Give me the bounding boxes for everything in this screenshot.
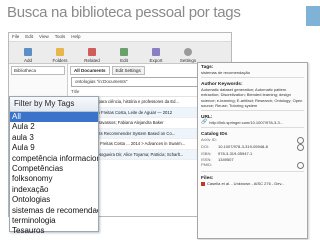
- document-details-panel: Tags: sistemas de recomendação Author Ke…: [197, 62, 308, 239]
- gear-icon: [184, 48, 192, 56]
- divider: [201, 127, 304, 129]
- menu-view[interactable]: View: [39, 33, 49, 41]
- related-button[interactable]: Related: [81, 48, 103, 63]
- url-row: 🔗 http://link.springer.com/10.1007/978-3…: [198, 119, 307, 125]
- lookup-icon[interactable]: [297, 162, 304, 170]
- tag-item-all[interactable]: All: [10, 112, 98, 123]
- tag-item[interactable]: folksonomy: [10, 174, 98, 184]
- slide-title: Busca na biblioteca pessoal por tags: [7, 4, 241, 21]
- divider: [201, 171, 304, 173]
- tag-item[interactable]: Competências: [10, 164, 98, 174]
- file-item[interactable]: Casella et al. - Unknown - AISC 276 - De…: [198, 181, 307, 186]
- tag-item[interactable]: Aula 2: [10, 122, 98, 132]
- tab-edit-settings[interactable]: Edit Settings: [111, 66, 145, 75]
- folder-icon: [56, 48, 64, 56]
- tag-item[interactable]: indexação: [10, 185, 98, 195]
- tag-item[interactable]: sistemas de recomendação: [10, 206, 98, 216]
- filter-by-tags-panel: Filter by My Tags All Aula 2 aula 3 Aula…: [9, 96, 99, 235]
- library-select[interactable]: Bibliotheca: [11, 66, 65, 75]
- tag-item[interactable]: aula 3: [10, 133, 98, 143]
- tag-item[interactable]: terminologia: [10, 216, 98, 226]
- tag-item[interactable]: Tesauros: [10, 226, 98, 236]
- lookup-icon[interactable]: [297, 137, 304, 145]
- toolbar: Add Folders Related Edit Export Settings: [9, 42, 231, 64]
- accent-bar: [306, 6, 320, 26]
- edit-icon: [120, 48, 128, 56]
- menu-tools[interactable]: Tools: [55, 33, 66, 41]
- edit-button[interactable]: Edit: [113, 48, 135, 63]
- menu-help[interactable]: Help: [71, 33, 80, 41]
- files-heading: Files:: [201, 176, 214, 182]
- add-icon: [24, 48, 32, 56]
- export-icon: [152, 48, 160, 56]
- settings-button[interactable]: Settings: [177, 48, 199, 63]
- catalog-ids-heading: Catalog IDs: [201, 132, 228, 138]
- export-button[interactable]: Export: [145, 48, 167, 63]
- catalog-row-pmid: PMID:: [198, 162, 307, 170]
- divider: [201, 110, 304, 112]
- tags-heading: Tags:: [201, 65, 214, 70]
- catalog-row-arxiv: ArXiv ID:: [198, 137, 307, 145]
- url-heading: URL:: [201, 115, 213, 121]
- related-icon: [88, 48, 96, 56]
- author-keywords-field[interactable]: Automatic dataset generation; Automatic …: [198, 87, 307, 108]
- tab-all-documents[interactable]: All Documents: [70, 66, 110, 75]
- menu-bar: File Edit View Tools Help: [9, 33, 231, 42]
- tag-item[interactable]: Aula 9: [10, 143, 98, 153]
- add-button[interactable]: Add: [17, 48, 39, 63]
- filter-panel-title: Filter by My Tags: [10, 97, 98, 112]
- folders-button[interactable]: Folders: [49, 48, 71, 63]
- menu-file[interactable]: File: [12, 33, 19, 41]
- tag-item[interactable]: competência informacional: [10, 154, 98, 164]
- author-keywords-heading: Author Keywords:: [201, 82, 243, 88]
- catalog-row-doi: DOI: 10.1007/978-3-319-05948-8: [198, 144, 307, 152]
- tag-item[interactable]: Ontologias: [10, 195, 98, 205]
- menu-edit[interactable]: Edit: [25, 33, 33, 41]
- link-icon[interactable]: 🔗: [201, 119, 207, 125]
- lookup-icon[interactable]: [297, 144, 304, 152]
- divider: [201, 77, 304, 79]
- pdf-file-icon: [201, 182, 205, 187]
- tags-field[interactable]: sistemas de recomendação: [198, 70, 307, 75]
- url-field[interactable]: http://link.springer.com/10.1007/978-3-3…: [209, 120, 283, 125]
